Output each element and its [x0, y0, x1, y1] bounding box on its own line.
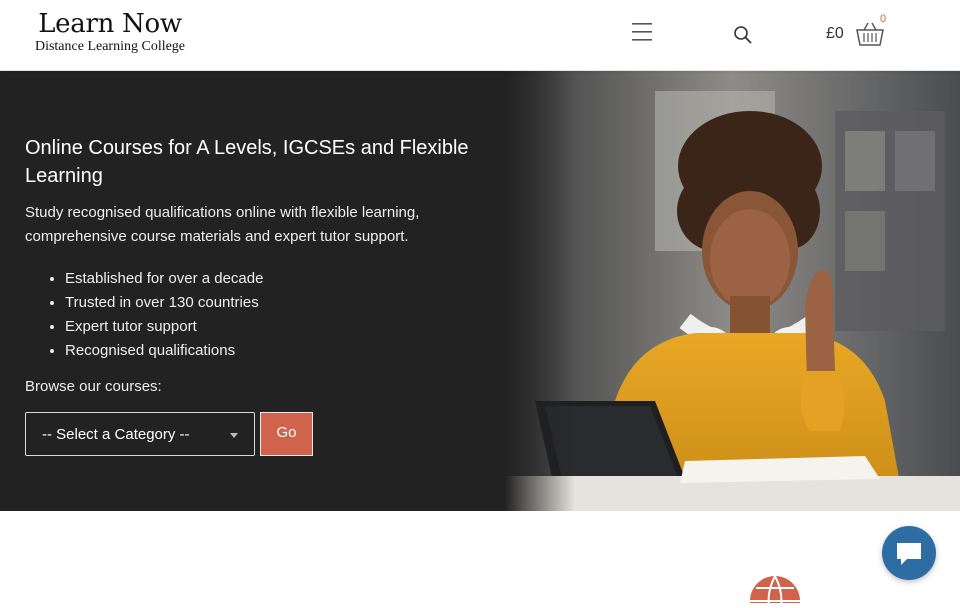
feature-item: Recognised qualifications	[65, 339, 263, 363]
feature-item: Trusted in over 130 countries	[65, 291, 263, 315]
hamburger-icon[interactable]	[630, 20, 656, 44]
browse-courses-label: Browse our courses:	[25, 378, 162, 395]
chat-button[interactable]	[882, 526, 936, 580]
hero-title: Online Courses for A Levels, IGCSEs and …	[25, 137, 469, 187]
site-logo[interactable]: Learn Now Distance Learning College	[32, 9, 188, 61]
hero-image-fade	[505, 71, 575, 511]
search-icon[interactable]	[732, 24, 754, 46]
feature-list: Established for over a decade Trusted in…	[25, 267, 263, 363]
site-header: Learn Now Distance Learning College £0 0	[0, 0, 960, 71]
cart-total: £0	[826, 25, 844, 42]
feature-item: Established for over a decade	[65, 267, 263, 291]
category-select[interactable]: -- Select a Category --	[25, 412, 255, 456]
hero-section: Online Courses for A Levels, IGCSEs and …	[0, 71, 960, 511]
globe-icon	[748, 573, 802, 608]
go-button[interactable]: Go	[260, 412, 313, 456]
logo-subtitle: Distance Learning College	[34, 39, 186, 54]
hero-subtitle: Study recognised qualifications online w…	[25, 204, 420, 245]
logo-title: Learn Now	[38, 9, 182, 39]
feature-item: Expert tutor support	[65, 315, 263, 339]
chat-bubble-icon	[897, 543, 921, 565]
caret-down-icon	[230, 433, 238, 438]
category-select-value: -- Select a Category --	[42, 426, 190, 443]
cart-count-badge: 0	[880, 13, 887, 25]
